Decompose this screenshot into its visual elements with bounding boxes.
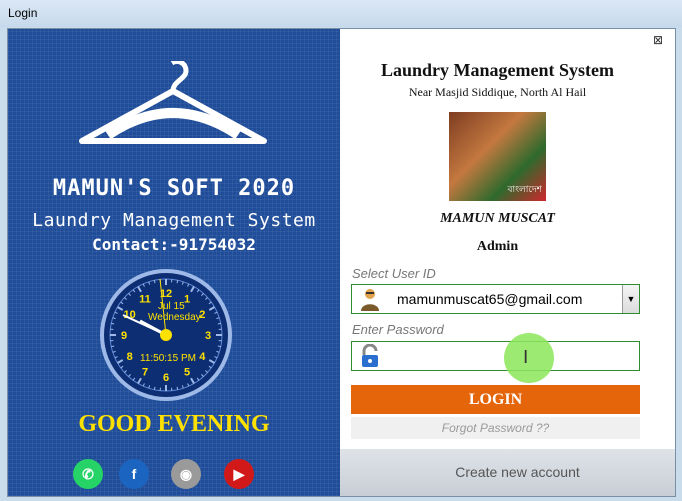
user-id-label: Select User ID bbox=[352, 266, 436, 281]
clock-tick bbox=[153, 386, 156, 390]
password-field[interactable] bbox=[351, 341, 640, 371]
clock-tick bbox=[217, 322, 221, 325]
facebook-icon[interactable]: f bbox=[119, 459, 149, 489]
user-role: Admin bbox=[476, 239, 519, 254]
brand-subtitle: Laundry Management System bbox=[32, 210, 316, 231]
clock-tick bbox=[111, 322, 115, 325]
clock-number: 1 bbox=[184, 294, 190, 306]
clock-number: 6 bbox=[163, 372, 169, 384]
contact-number: Contact:-91754032 bbox=[92, 235, 256, 254]
window-title: Login bbox=[8, 6, 38, 20]
clock-number: 5 bbox=[184, 366, 190, 378]
analog-clock: 12 1234567891011 Jul 15 Wednesday 11:50:1… bbox=[100, 269, 232, 401]
clock-number: 8 bbox=[127, 351, 133, 363]
camera-icon[interactable]: ◉ bbox=[171, 459, 201, 489]
clock-number: 4 bbox=[199, 351, 206, 363]
clock-tick bbox=[111, 345, 115, 348]
chevron-down-icon[interactable]: ▼ bbox=[622, 285, 639, 313]
app-title: Laundry Management System bbox=[381, 60, 614, 80]
clock-number: 7 bbox=[142, 366, 148, 378]
clock-number: 11 bbox=[139, 294, 151, 306]
window-titlebar: Login bbox=[0, 0, 682, 27]
clock-center bbox=[160, 329, 172, 341]
password-label: Enter Password bbox=[352, 322, 444, 337]
lock-icon bbox=[362, 344, 378, 367]
forgot-password-link[interactable]: Forgot Password ?? bbox=[351, 417, 640, 439]
clock-time: 11:50:15 PM bbox=[140, 353, 196, 364]
user-avatar: বাংলাদেশ bbox=[449, 112, 546, 201]
login-window: MAMUN'S SOFT 2020 Laundry Management Sys… bbox=[7, 28, 676, 497]
create-account-link[interactable]: Create new account bbox=[435, 464, 580, 480]
photo-caption: বাংলাদেশ bbox=[507, 185, 542, 195]
user-icon bbox=[361, 289, 379, 311]
business-address: Near Masjid Siddique, North Al Hail bbox=[408, 85, 587, 99]
clock-tick bbox=[176, 386, 179, 390]
user-id-select[interactable]: mamunmuscat65@gmail.com ▼ bbox=[351, 284, 640, 314]
brand-name: MAMUN'S SOFT 2020 bbox=[52, 176, 296, 201]
close-icon[interactable]: ⊠ bbox=[653, 33, 663, 47]
whatsapp-icon[interactable]: ✆ bbox=[73, 459, 103, 489]
login-panel: ⊠ Laundry Management System Near Masjid … bbox=[340, 29, 675, 496]
clock-tick bbox=[176, 280, 179, 284]
hanger-logo-icon bbox=[79, 61, 267, 144]
cursor-highlight bbox=[504, 333, 554, 383]
branding-panel: MAMUN'S SOFT 2020 Laundry Management Sys… bbox=[8, 29, 340, 496]
text-cursor-icon: Ⅰ bbox=[523, 347, 529, 367]
clock-tick bbox=[217, 345, 221, 348]
clock-day: Wednesday bbox=[148, 312, 201, 323]
login-button[interactable]: LOGIN bbox=[351, 385, 640, 414]
clock-number: 3 bbox=[205, 330, 211, 342]
clock-tick bbox=[153, 280, 156, 284]
youtube-icon[interactable]: ▶ bbox=[224, 459, 254, 489]
user-id-value: mamunmuscat65@gmail.com bbox=[397, 291, 583, 307]
footer-bar: Create new account bbox=[340, 449, 675, 496]
greeting-text: GOOD EVENING bbox=[78, 411, 270, 437]
clock-number: 9 bbox=[121, 330, 127, 342]
user-display-name: MAMUN MUSCAT bbox=[440, 211, 555, 226]
